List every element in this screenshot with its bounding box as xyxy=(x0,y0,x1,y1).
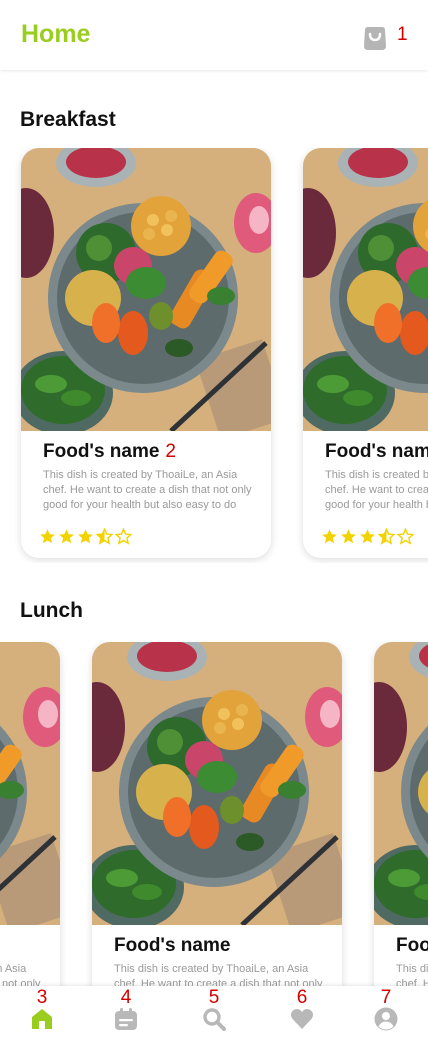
food-description: This dish is created by ThoaiLe, an Asia… xyxy=(43,469,252,511)
nav-item-calendar[interactable]: 4 xyxy=(106,986,146,1052)
food-description: This dish is created by ThoaiLe, an Asia… xyxy=(114,963,323,986)
food-name: Food's name xyxy=(325,441,428,462)
food-photo xyxy=(0,642,60,925)
star-full-icon xyxy=(77,528,94,545)
nav-item-favorites[interactable]: 6 xyxy=(282,986,322,1052)
star-full-icon xyxy=(359,528,376,545)
food-card[interactable]: Food's name This dish is created by Thoa… xyxy=(92,642,342,986)
page-title: Home xyxy=(21,20,91,48)
food-name-badge: 2 xyxy=(165,441,176,462)
star-half-icon xyxy=(95,527,114,545)
food-photo xyxy=(303,148,428,431)
nav-number: 6 xyxy=(296,987,308,1008)
nav-number: 4 xyxy=(120,987,132,1008)
shopping-bag-icon[interactable] xyxy=(360,21,390,51)
food-name: Food's name 2 xyxy=(43,441,176,462)
nav-item-profile[interactable]: 7 xyxy=(366,986,406,1052)
nav-number: 7 xyxy=(380,987,392,1008)
food-card[interactable]: This dish is created by ThoaiLe, an Asia… xyxy=(0,642,60,986)
food-description: This dish is created by ThoaiLe, an Asia… xyxy=(325,469,428,511)
star-half-icon xyxy=(377,527,396,545)
food-name: Food's name xyxy=(114,935,231,956)
star-full-icon xyxy=(340,528,357,545)
food-name: Food's name xyxy=(396,935,428,956)
home-icon xyxy=(32,1009,52,1029)
section-title-breakfast: Breakfast xyxy=(20,108,116,131)
nav-number: 5 xyxy=(208,987,220,1008)
food-description: This dish is created by ThoaiLe, an Asia… xyxy=(0,963,41,986)
star-full-icon xyxy=(39,528,56,545)
food-card[interactable]: Food's name This dish is created by Thoa… xyxy=(303,148,428,558)
food-photo xyxy=(374,642,428,925)
lunch-carousel[interactable]: This dish is created by ThoaiLe, an Asia… xyxy=(0,642,428,986)
search-icon xyxy=(203,1008,226,1031)
star-full-icon xyxy=(321,528,338,545)
nav-number: 3 xyxy=(36,987,48,1008)
bottom-navigation: 3 4 5 6 7 xyxy=(0,986,428,1052)
app-header: Home 1 xyxy=(0,0,428,70)
food-card[interactable]: Food's name 2 This dish is created by Tho… xyxy=(21,148,271,558)
nav-item-home[interactable]: 3 xyxy=(22,986,62,1052)
star-rating xyxy=(321,527,415,545)
star-empty-icon xyxy=(396,527,415,545)
nav-item-search[interactable]: 5 xyxy=(194,986,234,1052)
profile-icon xyxy=(374,1007,398,1031)
breakfast-carousel[interactable]: Food's name 2 This dish is created by Tho… xyxy=(0,148,428,563)
heart-icon xyxy=(291,1009,313,1029)
food-description: This dish is created by ThoaiLe, an Asia… xyxy=(396,963,428,986)
calendar-icon xyxy=(115,1008,137,1030)
star-empty-icon xyxy=(114,527,133,545)
food-photo xyxy=(21,148,271,431)
food-photo xyxy=(92,642,342,925)
food-card[interactable]: Food's name This dish is created by Thoa… xyxy=(374,642,428,986)
cart-count-badge: 1 xyxy=(397,24,408,45)
star-rating xyxy=(39,527,133,545)
star-full-icon xyxy=(58,528,75,545)
section-title-lunch: Lunch xyxy=(20,599,83,622)
